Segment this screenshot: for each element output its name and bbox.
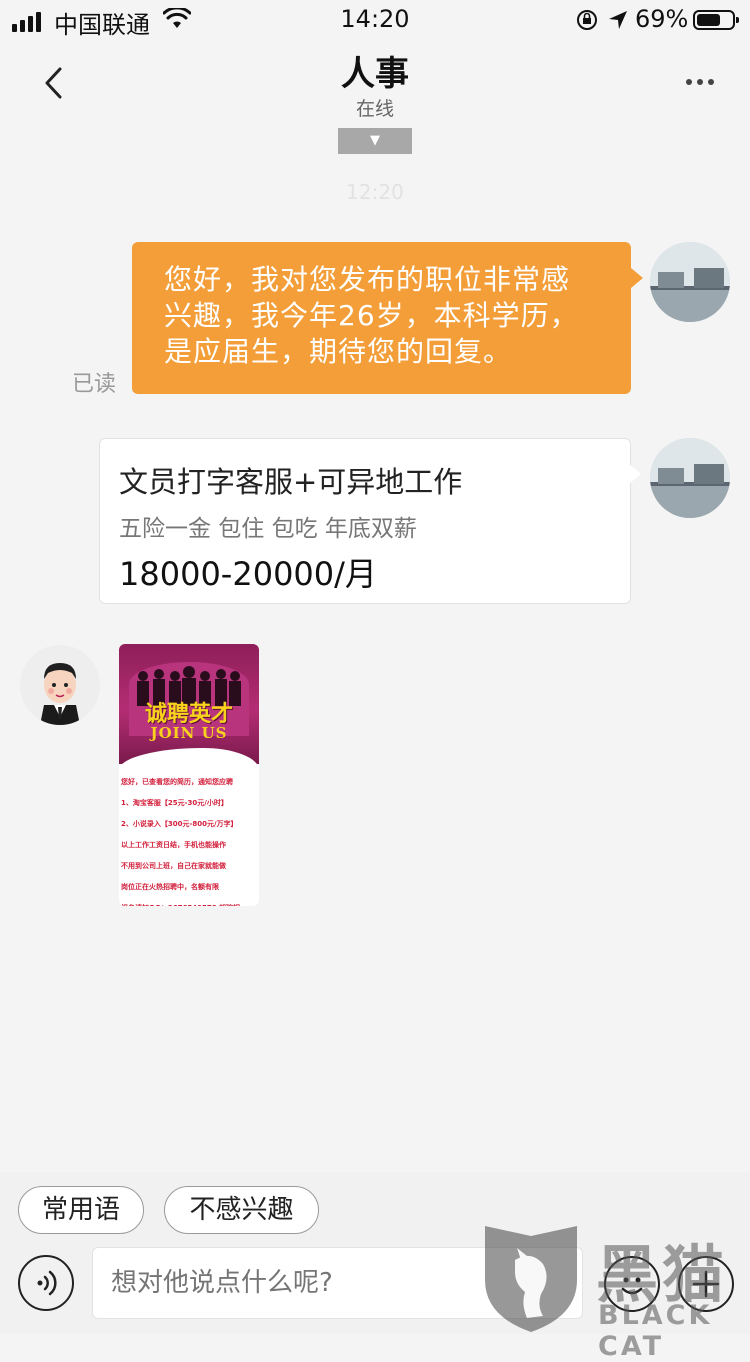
job-benefits: 五险一金 包住 包吃 年底双薪 xyxy=(119,516,417,542)
poster-line: 您好，已查看您的简历，通知您应聘 xyxy=(121,778,233,786)
read-receipt: 已读 xyxy=(72,372,117,397)
avatar[interactable] xyxy=(650,242,730,322)
quick-reply-common-phrases[interactable]: 常用语 xyxy=(18,1186,144,1234)
job-title: 文员打字客服+可异地工作 xyxy=(119,465,463,499)
location-arrow-icon xyxy=(609,11,627,29)
poster-line: 以上工作工资日结，手机也能操作 xyxy=(121,841,226,849)
expand-header-button[interactable]: ▼ xyxy=(338,128,412,154)
rotation-lock-icon xyxy=(577,10,597,30)
page-title: 人事 xyxy=(341,54,409,94)
poster-line: 1、淘宝客服【25元-30元/小时】 xyxy=(121,799,228,807)
poster-text: 您好，已查看您的简历，通知您应聘 1、淘宝客服【25元-30元/小时】 2、小说… xyxy=(121,772,257,906)
voice-input-button[interactable] xyxy=(18,1255,74,1311)
message-line: 是应届生，期待您的回复。 xyxy=(164,335,513,368)
message-line: 您好，我对您发布的职位非常感 xyxy=(164,263,571,296)
status-bar: 中国联通 14:20 69% xyxy=(0,0,750,40)
battery-percent: 69% xyxy=(635,5,689,33)
voice-icon xyxy=(37,1270,57,1296)
poster-line: 2、小说录入【300元-800元/万字】 xyxy=(121,820,238,828)
online-status: 在线 xyxy=(355,98,394,120)
job-salary: 18000-20000/月 xyxy=(119,555,377,593)
poster-line: 不用到公司上班，自己在家就能做 xyxy=(121,862,226,870)
avatar[interactable] xyxy=(20,645,100,725)
quick-reply-not-interested[interactable]: 不感兴趣 xyxy=(164,1186,319,1234)
avatar[interactable] xyxy=(650,438,730,518)
message-timestamp: 12:20 xyxy=(346,180,404,204)
poster-line: 报名请加QQ：2676540578 胡琬妮 xyxy=(121,898,257,906)
black-cat-logo-icon xyxy=(485,1226,577,1332)
poster-subheadline: JOIN US xyxy=(150,724,228,742)
watermark-en: BLACK CAT xyxy=(598,1300,713,1362)
battery-icon xyxy=(693,10,739,30)
sent-message-bubble[interactable]: 您好，我对您发布的职位非常感 兴趣，我今年26岁，本科学历， 是应届生，期待您的… xyxy=(132,242,643,394)
recruitment-poster-image[interactable]: 诚聘英才 JOIN US 您好，已查看您的简历，通知您应聘 1、淘宝客服【25元… xyxy=(119,644,259,906)
message-line: 兴趣，我今年26岁，本科学历， xyxy=(164,299,579,332)
job-card[interactable]: 文员打字客服+可异地工作 五险一金 包住 包吃 年底双薪 18000-20000… xyxy=(99,438,641,604)
poster-line: 岗位正在火热招聘中，名额有限 xyxy=(121,883,219,891)
more-options-button[interactable] xyxy=(686,74,720,90)
